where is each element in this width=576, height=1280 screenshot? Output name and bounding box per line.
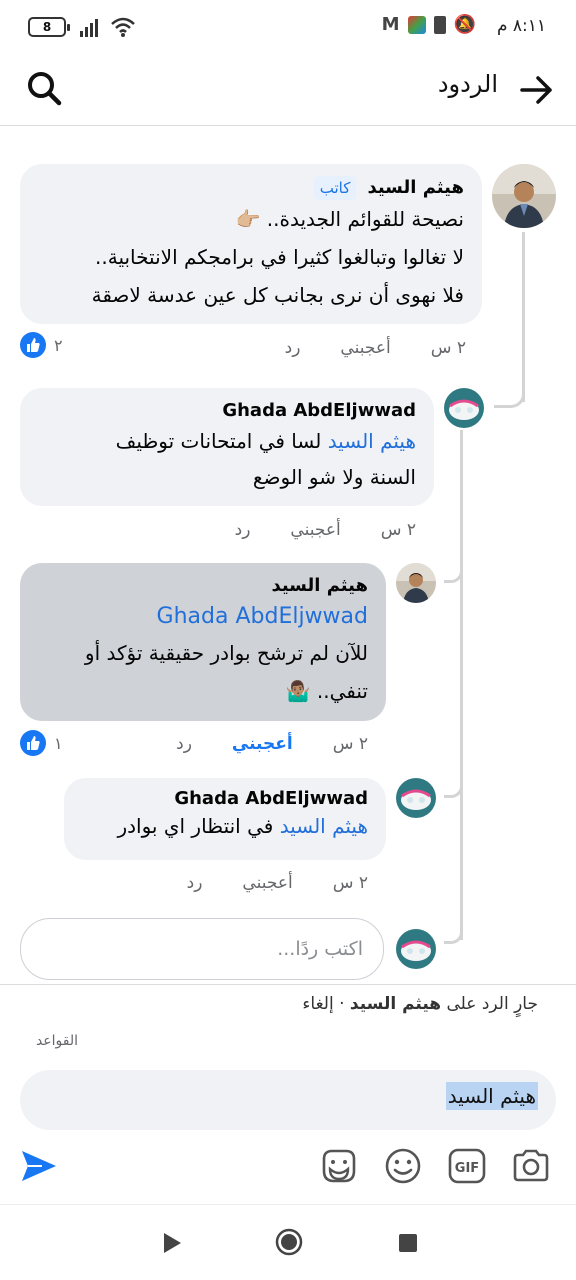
composer-divider bbox=[0, 984, 576, 985]
comment-text: لسا في امتحانات توظيف bbox=[115, 429, 322, 453]
comment-text: السنة ولا شو الوضع bbox=[252, 465, 416, 489]
storage-icon bbox=[433, 15, 446, 34]
avatar[interactable] bbox=[396, 563, 436, 603]
reaction-count[interactable]: ١ bbox=[20, 730, 63, 756]
avatar bbox=[396, 929, 436, 969]
comment-bubble[interactable]: Ghada AbdEljwwad هيثم السيد لسا في امتحا… bbox=[20, 388, 434, 506]
comment-time: ٢ س bbox=[332, 734, 368, 754]
like-button[interactable]: أعجبني bbox=[340, 338, 390, 358]
replying-name: هيثم السيد bbox=[349, 994, 442, 1014]
comment-compose-input[interactable]: هيثم السيد bbox=[20, 1070, 556, 1130]
search-icon[interactable] bbox=[24, 68, 64, 108]
svg-text:GIF: GIF bbox=[455, 1161, 479, 1176]
mention-link[interactable]: هيثم السيد bbox=[280, 814, 368, 838]
comment-actions: ٢ س أعجبني رد bbox=[285, 338, 466, 358]
author-badge: كاتب bbox=[313, 176, 357, 200]
thread-line-replies bbox=[460, 430, 463, 940]
thumbs-up-icon bbox=[20, 332, 46, 358]
thread-branch-3 bbox=[444, 926, 463, 944]
comment-text: فلا نهوى أن نرى بجانب كل عين عدسة لاصقة bbox=[91, 283, 464, 307]
comment-bubble[interactable]: Ghada AbdEljwwad هيثم السيد في انتظار اي… bbox=[64, 778, 386, 860]
reply-button[interactable]: رد bbox=[285, 338, 301, 358]
mute-icon: 🔕 bbox=[453, 14, 476, 35]
top-bar: الردود bbox=[0, 56, 576, 126]
cancel-reply-button[interactable]: إلغاء bbox=[302, 994, 333, 1014]
back-arrow-icon[interactable] bbox=[516, 70, 556, 110]
send-icon[interactable] bbox=[18, 1145, 60, 1187]
thread-line-main bbox=[522, 232, 525, 402]
gif-icon[interactable]: GIF bbox=[446, 1145, 488, 1187]
comment-text: للآن لم ترشح بوادر حقيقية تؤكد أو bbox=[84, 641, 368, 665]
reply-input[interactable]: اكتب ردًا... bbox=[20, 918, 384, 980]
rules-link[interactable]: القواعد bbox=[36, 1033, 78, 1049]
status-bar: ٨:١١ م M 🔕 8 bbox=[0, 0, 576, 56]
replying-to: جارٍ الرد على هيثم السيد · إلغاء bbox=[302, 994, 538, 1014]
recents-nav-icon[interactable] bbox=[398, 1233, 418, 1253]
comment-time: ٢ س bbox=[380, 520, 416, 540]
reaction-count[interactable]: ٢ bbox=[20, 332, 63, 358]
status-notification-icons: M 🔕 bbox=[382, 14, 476, 35]
like-button[interactable]: أعجبني bbox=[242, 873, 292, 893]
like-button-active[interactable]: أعجبني bbox=[232, 734, 293, 754]
comment-author[interactable]: Ghada AbdEljwwad bbox=[82, 788, 368, 809]
avatar[interactable] bbox=[492, 164, 556, 228]
mention-link[interactable]: هيثم السيد bbox=[328, 429, 416, 453]
page-title: الردود bbox=[437, 70, 498, 98]
signal-icon bbox=[80, 19, 98, 37]
comment-time: ٢ س bbox=[430, 338, 466, 358]
reply-button[interactable]: رد bbox=[187, 873, 203, 893]
comment-actions: ٢ س أعجبني رد bbox=[187, 873, 368, 893]
avatar[interactable] bbox=[396, 778, 436, 818]
comment-time: ٢ س bbox=[332, 873, 368, 893]
app-icon bbox=[407, 15, 426, 34]
gmail-icon: M bbox=[381, 14, 400, 35]
wifi-icon bbox=[111, 17, 135, 37]
battery-icon: 8 bbox=[28, 17, 70, 37]
comment-bubble-selected[interactable]: هيثم السيد Ghada AbdEljwwad للآن لم ترشح… bbox=[20, 563, 386, 721]
thread-line-main-curve bbox=[494, 390, 525, 408]
avatar[interactable] bbox=[444, 388, 484, 428]
comment-text: تنفي.. bbox=[316, 679, 368, 703]
comment-author[interactable]: Ghada AbdEljwwad bbox=[38, 400, 416, 421]
comment-bubble[interactable]: هيثم السيد كاتب نصيحة للقوائم الجديدة.. … bbox=[20, 164, 482, 324]
camera-icon[interactable] bbox=[510, 1145, 552, 1187]
comment-text: في انتظار اي بوادر bbox=[117, 814, 274, 838]
pointing-emoji-icon: 👉🏼 bbox=[235, 207, 261, 231]
status-time: ٨:١١ م bbox=[496, 16, 546, 36]
thumbs-up-icon bbox=[20, 730, 46, 756]
like-button[interactable]: أعجبني bbox=[290, 520, 340, 540]
reply-placeholder: اكتب ردًا... bbox=[277, 938, 363, 960]
sticker-icon[interactable] bbox=[318, 1145, 360, 1187]
comment-actions: ٢ س أعجبني رد bbox=[176, 734, 368, 754]
shrug-emoji-icon: 🤷🏽‍♂️ bbox=[285, 679, 311, 703]
comment-author[interactable]: هيثم السيد bbox=[367, 177, 464, 198]
comment-text: لا تغالوا وتبالغوا كثيرا في برامجكم الان… bbox=[95, 245, 464, 269]
comment-text: نصيحة للقوائم الجديدة.. bbox=[266, 207, 464, 231]
emoji-icon[interactable] bbox=[382, 1145, 424, 1187]
back-nav-icon[interactable] bbox=[160, 1231, 184, 1255]
comment-actions: ٢ س أعجبني رد bbox=[235, 520, 416, 540]
compose-text: هيثم السيد bbox=[445, 1082, 538, 1110]
comment-author[interactable]: هيثم السيد bbox=[38, 575, 368, 596]
home-nav-icon[interactable] bbox=[274, 1227, 304, 1257]
mention-link[interactable]: Ghada AbdEljwwad bbox=[38, 600, 368, 634]
status-system-icons: 8 bbox=[28, 16, 136, 38]
reply-button[interactable]: رد bbox=[176, 734, 192, 754]
reply-button[interactable]: رد bbox=[235, 520, 251, 540]
system-nav-bar bbox=[0, 1204, 576, 1280]
